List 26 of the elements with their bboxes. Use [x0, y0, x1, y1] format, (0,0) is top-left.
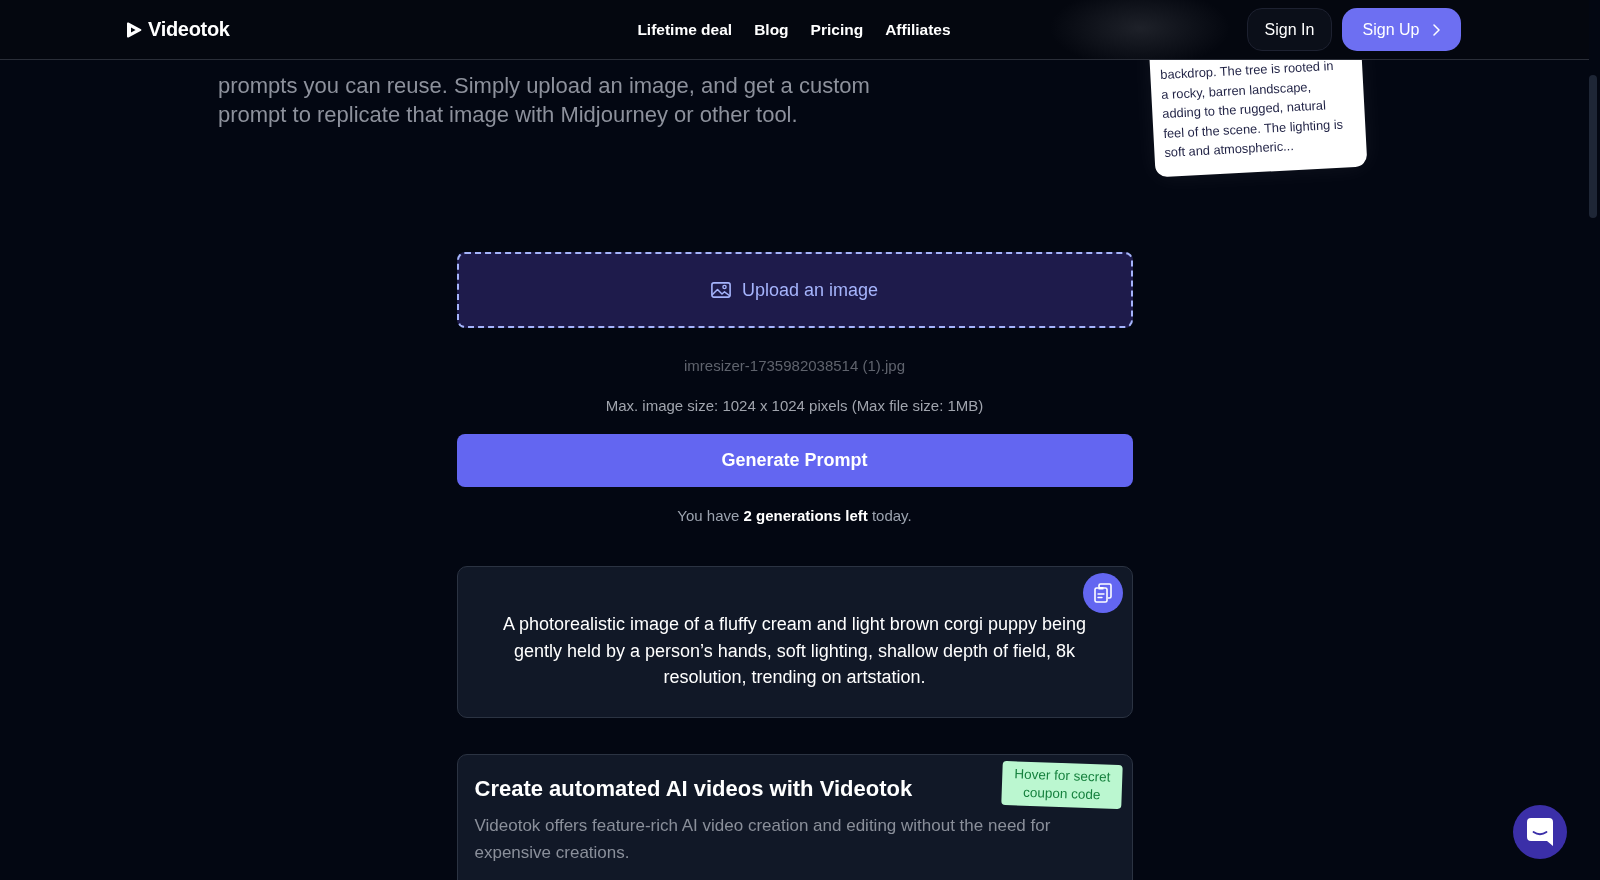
- example-prompt-text: backdrop. The tree is rooted in a rocky, barren landscape, adding to the rugged, natural feel of the scene. The lighting is soft and atmospheric...: [1159, 57, 1345, 162]
- image-icon: [710, 282, 731, 298]
- promo-heading: Create automated AI videos with Videotok: [474, 775, 913, 803]
- copy-icon: [1093, 583, 1112, 603]
- generate-prompt-button[interactable]: Generate Prompt: [456, 434, 1133, 487]
- coupon-hint-tag[interactable]: Hover for secret coupon code: [1000, 760, 1123, 810]
- promo-description: Videotok offers feature-rich AI video creation and editing without the need for expensive creations.: [474, 815, 1052, 864]
- chat-launcher-button[interactable]: [1513, 805, 1567, 859]
- nav-link[interactable]: Blog: [754, 20, 789, 39]
- scrollbar-thumb[interactable]: [1589, 75, 1597, 218]
- generations-left-note: You have 2 generations left today.: [676, 506, 913, 526]
- play-logo-icon: [127, 21, 142, 38]
- sign-in-button[interactable]: Sign In: [1247, 8, 1332, 51]
- intro-paragraph: prompts you can reuse. Simply upload an image, and get a custom prompt to replicate that image with Midjourney or other tool.: [218, 72, 871, 129]
- chevron-right-icon: [1433, 23, 1441, 36]
- sign-up-button[interactable]: Sign Up: [1342, 8, 1461, 51]
- copy-button[interactable]: [1082, 573, 1123, 613]
- logo-text[interactable]: Videotok: [148, 18, 230, 41]
- chat-bubble-icon: [1527, 818, 1553, 846]
- nav-link[interactable]: Lifetime deal: [637, 20, 733, 39]
- upload-dropzone[interactable]: Upload an image: [456, 252, 1133, 328]
- file-name-text: imresizer-1735982038514 (1).jpg: [683, 356, 906, 376]
- generated-prompt-text: A photorealistic image of a fluffy cream and light brown corgi puppy being gently held by a person’s hands, soft lighting, shallow depth of field, 8k resolution, trending on artstation.: [502, 613, 1087, 689]
- nav-link[interactable]: Pricing: [810, 20, 864, 39]
- nav-link[interactable]: Affiliates: [885, 20, 951, 39]
- size-limit-text: Max. image size: 1024 x 1024 pixels (Max file size: 1MB): [604, 396, 985, 416]
